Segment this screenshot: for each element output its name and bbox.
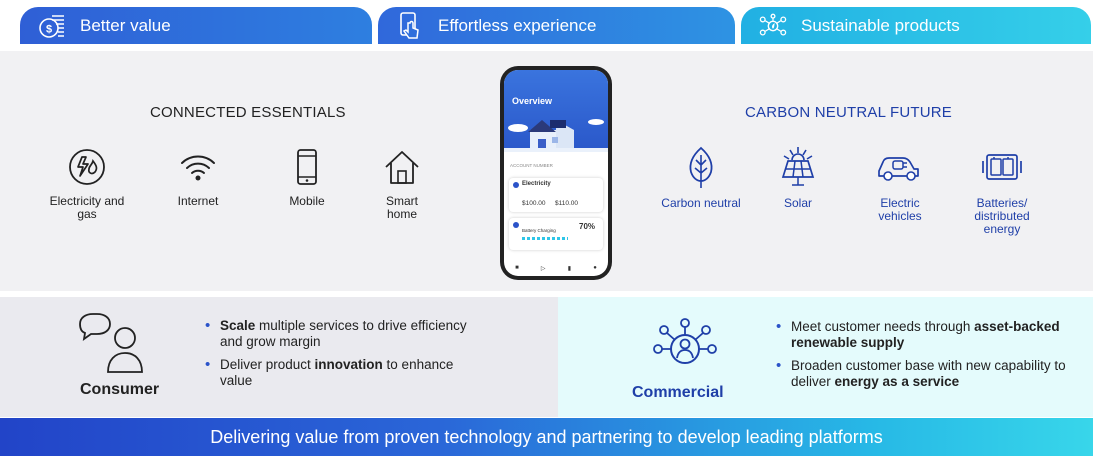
coins-icon: $ [38,12,66,40]
phone-electricity-card: Electricity $100.00 $110.00 [509,178,603,212]
phone-tabbar: ■ ▷ ▮ ● [504,260,608,276]
tab-better-value: $ Better value [20,7,372,44]
item-mobile: Mobile [262,147,352,208]
consumer-chat-person-icon [79,313,143,373]
item-label: Internet [177,194,219,208]
bottom-banner: Delivering value from proven technology … [0,418,1093,456]
commercial-bullet-2: Broaden customer base with new capabilit… [773,358,1073,390]
battery-icon [982,154,1022,180]
consumer-bullet-2: Deliver product innovation to enhance va… [202,357,472,389]
item-smart-home: Smart home [372,147,432,221]
tab-label: Better value [80,15,171,35]
commercial-label: Commercial [632,384,724,401]
phone-mockup: Overview ACCOUNT NUMBER Electricity $100… [500,66,612,280]
tab-label: Effortless experience [438,15,597,35]
phone-amount-2: $110.00 [555,200,579,207]
commercial-bullets: Meet customer needs through asset-backed… [773,319,1073,397]
phone-electricity-label: Electricity [522,181,551,187]
item-label: Smart home [385,194,418,221]
phone-user-icon: ● [593,265,597,271]
phone-battery-label: Battery Charging [522,228,556,233]
item-label: Solar [783,196,812,210]
phone-tap-icon [396,11,424,40]
item-electricity-gas: Electricity and gas [42,147,132,221]
connected-essentials-title: CONNECTED ESSENTIALS [150,104,346,121]
banner-text: Delivering value from proven technology … [210,426,883,447]
item-label: Carbon neutral [661,196,741,210]
consumer-bullets: Scale multiple services to drive efficie… [202,318,472,396]
phone-account-label: ACCOUNT NUMBER [510,163,553,168]
item-label: Electricity and gas [49,194,125,221]
solar-panel-icon [781,147,815,186]
bolt-flame-icon [69,149,105,185]
item-label: Electric vehicles [878,196,922,223]
consumer-label: Consumer [80,381,160,398]
commercial-bullet-1: Meet customer needs through asset-backed… [773,319,1073,351]
phone-screen: Overview ACCOUNT NUMBER Electricity $100… [504,70,608,276]
commercial-network-icon [653,318,717,364]
battery-progress [522,237,568,240]
bullet-text: Meet customer needs through [791,319,975,334]
phone-amount-1: $100.00 [522,200,546,207]
wifi-icon [181,155,215,181]
phone-doc-icon: ▮ [567,265,572,272]
house-illustration-icon [504,119,608,152]
carbon-neutral-title: CARBON NEUTRAL FUTURE [745,104,952,121]
item-solar: Solar [758,145,838,210]
bullet-bold: energy as a service [834,374,960,389]
item-internet: Internet [153,147,243,208]
bullet-text: multiple services to drive efficiency an… [220,318,467,349]
tab-sustainable-products: Sustainable products [741,7,1091,44]
phone-battery-pct: 70% [579,222,596,231]
item-label: Batteries/ distributed energy [974,196,1030,236]
card-dot-icon [513,222,519,228]
item-batteries: Batteries/ distributed energy [962,145,1042,236]
house-icon [385,151,419,184]
tab-effortless-experience: Effortless experience [378,7,735,44]
item-label: Mobile [289,194,325,208]
bullet-text: Deliver product [220,357,315,372]
mobile-icon [297,149,317,185]
svg-text:$: $ [46,23,52,35]
item-carbon-neutral: Carbon neutral [661,145,741,210]
phone-header: Overview [504,70,608,152]
tab-label: Sustainable products [801,15,960,35]
phone-play-icon: ▷ [540,265,546,272]
phone-home-icon: ■ [515,265,519,271]
phone-battery-card: Battery Charging 70% [509,218,603,250]
card-dot-icon [513,182,519,188]
network-leaf-icon [759,12,787,40]
item-electric-vehicles: Electric vehicles [860,145,940,223]
bullet-bold: innovation [314,357,383,372]
bullet-bold: Scale [220,318,256,333]
leaf-icon [689,146,713,188]
phone-screen-title: Overview [512,96,553,106]
consumer-bullet-1: Scale multiple services to drive efficie… [202,318,472,350]
ev-car-icon [878,157,919,181]
